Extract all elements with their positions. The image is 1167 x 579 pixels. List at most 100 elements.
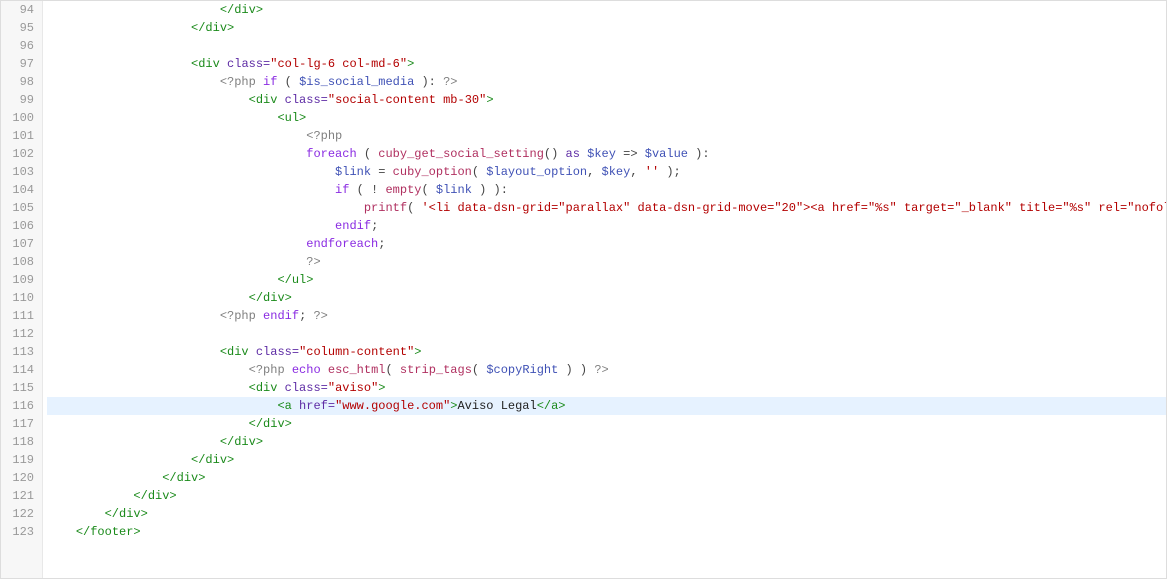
code-line[interactable]: </div> (47, 19, 1166, 37)
token-php: <?php (220, 309, 263, 323)
line-number: 117 (1, 415, 34, 433)
token-tag: <div (249, 381, 285, 395)
code-line[interactable]: </div> (47, 433, 1166, 451)
token-var: $copyRight (486, 363, 558, 377)
code-line[interactable]: </footer> (47, 523, 1166, 541)
code-line[interactable]: <div class="social-content mb-30"> (47, 91, 1166, 109)
line-number: 118 (1, 433, 34, 451)
token-ws (47, 309, 220, 323)
line-number: 105 (1, 199, 34, 217)
code-line[interactable]: endif; (47, 217, 1166, 235)
code-line[interactable]: ?> (47, 253, 1166, 271)
code-line[interactable]: <div class="col-lg-6 col-md-6"> (47, 55, 1166, 73)
code-area[interactable]: </div> </div> <div class="col-lg-6 col-m… (43, 1, 1166, 578)
line-number: 119 (1, 451, 34, 469)
token-ws (47, 219, 335, 233)
code-line[interactable] (47, 325, 1166, 343)
code-line[interactable]: if ( ! empty( $link ) ): (47, 181, 1166, 199)
token-attr: class= (285, 93, 328, 107)
code-line[interactable]: foreach ( cuby_get_social_setting() as $… (47, 145, 1166, 163)
line-number: 106 (1, 217, 34, 235)
line-number: 110 (1, 289, 34, 307)
token-tag: </a> (537, 399, 566, 413)
token-ws (47, 507, 105, 521)
token-tag: </div> (249, 417, 292, 431)
code-line[interactable]: <?php if ( $is_social_media ): ?> (47, 73, 1166, 91)
code-line[interactable]: <div class="column-content"> (47, 343, 1166, 361)
token-kw: endforeach (306, 237, 378, 251)
token-punct: ( (472, 363, 486, 377)
line-number: 100 (1, 109, 34, 127)
token-var: $is_social_media (299, 75, 414, 89)
token-str: "social-content mb-30" (328, 93, 486, 107)
line-number: 109 (1, 271, 34, 289)
token-kw: if (335, 183, 349, 197)
token-tag: </div> (162, 471, 205, 485)
token-fn: cuby_option (393, 165, 472, 179)
token-attr: href= (299, 399, 335, 413)
token-ws (47, 363, 249, 377)
token-tag: </div> (249, 291, 292, 305)
token-str: "col-lg-6 col-md-6" (270, 57, 407, 71)
code-line[interactable]: </div> (47, 505, 1166, 523)
token-ws (47, 111, 277, 125)
token-var: $layout_option (486, 165, 587, 179)
token-tag: </div> (105, 507, 148, 521)
code-line[interactable]: </ul> (47, 271, 1166, 289)
token-ws (47, 3, 220, 17)
token-str: '<li data-dsn-grid="parallax" data-dsn-g… (421, 201, 1166, 215)
token-punct: ( (421, 183, 435, 197)
token-tag: </div> (220, 435, 263, 449)
token-tag: </ul> (277, 273, 313, 287)
token-attr: class= (227, 57, 270, 71)
code-line[interactable] (47, 37, 1166, 55)
token-ws (47, 237, 306, 251)
code-editor[interactable]: 9495969798991001011021031041051061071081… (0, 0, 1167, 579)
line-number: 111 (1, 307, 34, 325)
token-tag: > (378, 381, 385, 395)
code-line[interactable]: <a href="www.google.com">Aviso Legal</a> (47, 397, 1166, 415)
token-punct: ); (659, 165, 681, 179)
code-line[interactable]: <ul> (47, 109, 1166, 127)
token-var: $link (335, 165, 371, 179)
token-ws (47, 129, 306, 143)
line-number: 122 (1, 505, 34, 523)
code-line[interactable]: <?php (47, 127, 1166, 145)
token-php: ?> (306, 255, 320, 269)
code-line[interactable]: </div> (47, 487, 1166, 505)
token-php: ?> (443, 75, 457, 89)
code-line[interactable]: </div> (47, 415, 1166, 433)
code-line[interactable]: </div> (47, 469, 1166, 487)
code-line[interactable]: </div> (47, 451, 1166, 469)
code-line[interactable]: printf( '<li data-dsn-grid="parallax" da… (47, 199, 1166, 217)
token-punct: ( (357, 147, 379, 161)
token-tag: </footer> (76, 525, 141, 539)
token-php: ?> (594, 363, 608, 377)
line-number: 114 (1, 361, 34, 379)
token-ws (47, 147, 306, 161)
token-tag: > (407, 57, 414, 71)
line-number: 101 (1, 127, 34, 145)
token-ws (47, 165, 335, 179)
token-punct: () (544, 147, 566, 161)
token-kw: if (263, 75, 277, 89)
token-ws (47, 75, 220, 89)
code-line[interactable]: endforeach; (47, 235, 1166, 253)
token-attr: class= (256, 345, 299, 359)
token-ws (47, 21, 191, 35)
code-line[interactable]: <?php echo esc_html( strip_tags( $copyRi… (47, 361, 1166, 379)
code-line[interactable]: $link = cuby_option( $layout_option, $ke… (47, 163, 1166, 181)
code-line[interactable]: </div> (47, 1, 1166, 19)
token-punct: ): (688, 147, 710, 161)
token-ws (47, 291, 249, 305)
code-line[interactable]: <div class="aviso"> (47, 379, 1166, 397)
token-php: <?php (306, 129, 342, 143)
line-number: 113 (1, 343, 34, 361)
token-ws (47, 471, 162, 485)
line-number: 107 (1, 235, 34, 253)
code-line[interactable]: <?php endif; ?> (47, 307, 1166, 325)
token-tag: > (486, 93, 493, 107)
line-number-gutter: 9495969798991001011021031041051061071081… (1, 1, 43, 578)
token-punct: ): (414, 75, 443, 89)
code-line[interactable]: </div> (47, 289, 1166, 307)
